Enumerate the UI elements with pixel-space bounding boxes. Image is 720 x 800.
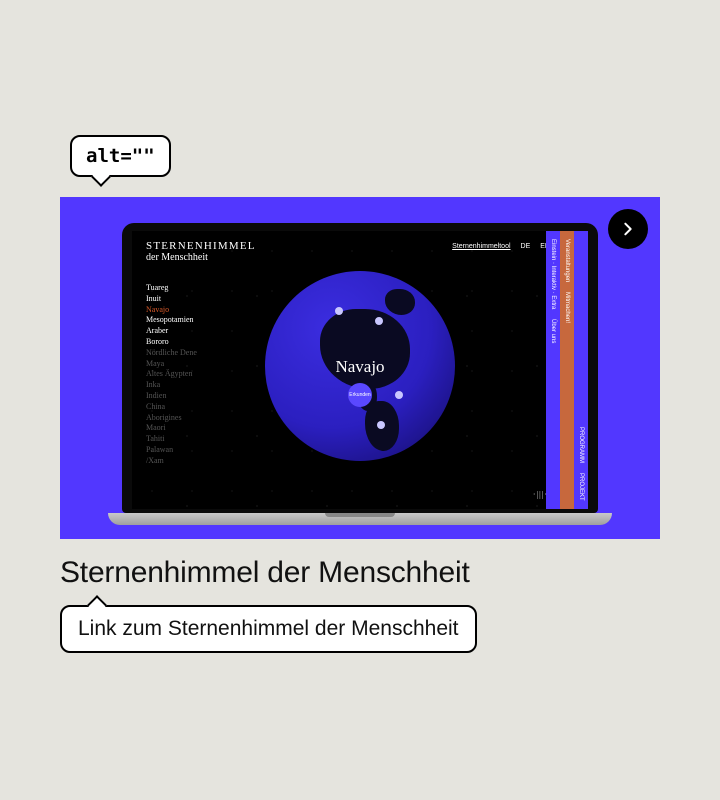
culture-item[interactable]: Indien xyxy=(146,391,197,402)
card-link[interactable]: Link zum Sternenhimmel der Menschheit xyxy=(60,605,477,653)
culture-item[interactable]: Aborigines xyxy=(146,413,197,424)
rail-orange-bot: Mitmachen! xyxy=(564,292,570,323)
app-screen: STERNENHIMMEL der Menschheit Sternenhimm… xyxy=(132,231,588,509)
rail-purple-text: Einstein · Interaktiv · Extra xyxy=(550,239,556,309)
rail-orange[interactable]: Veranstaltungen Mitmachen! xyxy=(560,231,574,509)
culture-item[interactable]: Tuareg xyxy=(146,283,197,294)
culture-item[interactable]: Nördliche Dene xyxy=(146,348,197,359)
rail-programm: PROGRAMM xyxy=(578,427,584,463)
globe-label: Navajo xyxy=(265,357,455,377)
culture-item[interactable]: China xyxy=(146,402,197,413)
logo-line-2: der Menschheit xyxy=(146,253,256,264)
culture-item[interactable]: Tahiti xyxy=(146,434,197,445)
rail-projekt: PROJEKT xyxy=(578,473,584,501)
globe-marker[interactable] xyxy=(395,391,403,399)
lang-de[interactable]: DE xyxy=(521,243,531,250)
side-rail: Einstein · Interaktiv · Extra Über uns V… xyxy=(546,231,588,509)
culture-item[interactable]: Araber xyxy=(146,326,197,337)
culture-item[interactable]: Bororo xyxy=(146,337,197,348)
sound-icon[interactable]: ·|||· xyxy=(533,490,548,499)
culture-item[interactable]: Inka xyxy=(146,380,197,391)
globe-marker[interactable] xyxy=(335,307,343,315)
culture-item[interactable]: Navajo xyxy=(146,305,197,316)
rail-about: Über uns xyxy=(550,319,556,343)
globe-marker[interactable] xyxy=(377,421,385,429)
chevron-right-icon xyxy=(620,221,636,237)
next-button[interactable] xyxy=(608,209,648,249)
culture-item[interactable]: Inuit xyxy=(146,294,197,305)
tool-link[interactable]: Sternenhimmeltool xyxy=(452,243,510,250)
culture-item[interactable]: /Xam xyxy=(146,456,197,467)
globe-marker-active[interactable] xyxy=(375,317,383,325)
preview-card: STERNENHIMMEL der Menschheit Sternenhimm… xyxy=(60,197,660,539)
culture-list: TuaregInuitNavajoMesopotamienAraberBoror… xyxy=(146,283,197,467)
top-toolbar: Sternenhimmeltool DE EN xyxy=(452,243,550,250)
laptop-base xyxy=(108,513,612,525)
explore-button[interactable]: Erkunden xyxy=(348,383,372,407)
culture-item[interactable]: Mesopotamien xyxy=(146,315,197,326)
app-logo[interactable]: STERNENHIMMEL der Menschheit xyxy=(146,241,256,263)
rail-purple-2[interactable]: PROGRAMM PROJEKT xyxy=(574,231,588,509)
globe[interactable]: Navajo Erkunden xyxy=(265,271,455,461)
culture-item[interactable]: Palawan xyxy=(146,445,197,456)
culture-item[interactable]: Maori xyxy=(146,423,197,434)
laptop-mockup: STERNENHIMMEL der Menschheit Sternenhimm… xyxy=(122,223,598,525)
rail-purple[interactable]: Einstein · Interaktiv · Extra Über uns xyxy=(546,231,560,509)
culture-item[interactable]: Altes Ägypten xyxy=(146,369,197,380)
alt-text-badge: alt="" xyxy=(70,135,171,177)
culture-item[interactable]: Maya xyxy=(146,359,197,370)
logo-line-1: STERNENHIMMEL xyxy=(146,241,256,253)
card-title: Sternenhimmel der Menschheit xyxy=(60,556,470,590)
rail-orange-top: Veranstaltungen xyxy=(564,239,570,282)
